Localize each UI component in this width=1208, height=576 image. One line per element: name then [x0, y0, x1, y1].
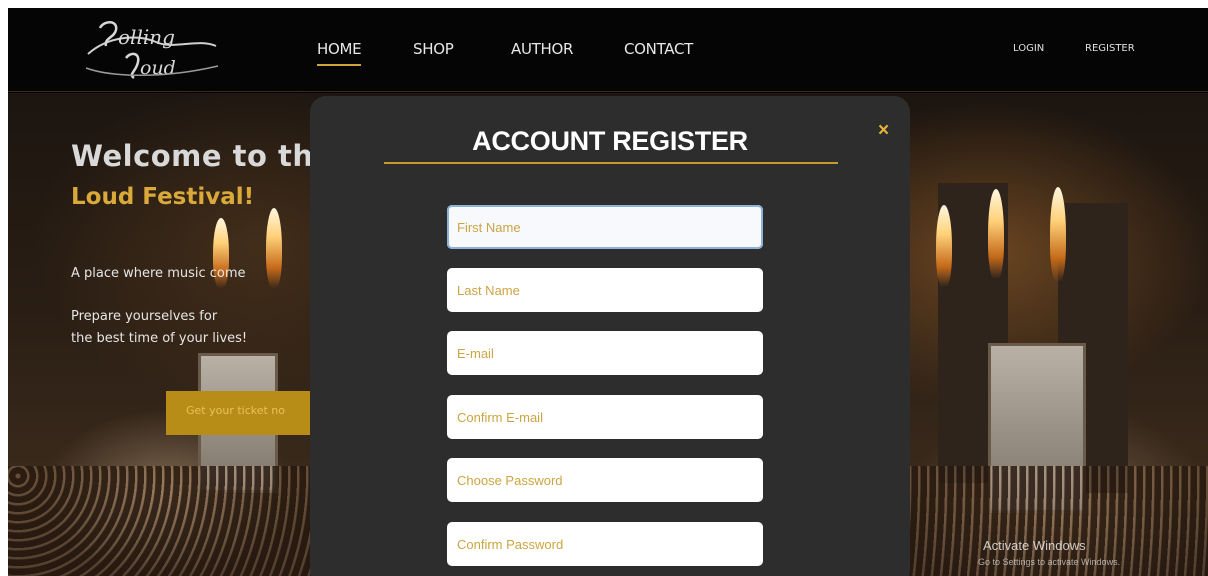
last-name-field[interactable] — [447, 268, 763, 312]
pyro-flame — [266, 208, 282, 288]
hero-tagline: A place where music come — [71, 266, 246, 281]
hero-subtitle: Loud Festival! — [71, 184, 255, 210]
first-name-field[interactable] — [447, 205, 763, 249]
title-divider — [384, 162, 838, 164]
top-navbar: olling oud HOME SHOP AUTHOR CONTACT LOGI… — [8, 8, 1208, 92]
nav-author-link[interactable]: AUTHOR — [511, 40, 573, 58]
register-modal: ACCOUNT REGISTER × — [310, 96, 910, 576]
login-link[interactable]: LOGIN — [1013, 43, 1044, 54]
register-link[interactable]: REGISTER — [1085, 43, 1135, 54]
nav-home-link[interactable]: HOME — [317, 40, 362, 66]
hero-prepare-line1: Prepare yourselves for — [71, 309, 218, 324]
activate-windows-hint: Go to Settings to activate Windows. — [978, 557, 1121, 567]
get-ticket-button[interactable]: Get your ticket no — [166, 391, 326, 435]
close-icon[interactable]: × — [878, 120, 889, 142]
activate-windows-watermark: Activate Windows — [983, 538, 1086, 553]
svg-text:olling: olling — [118, 25, 175, 49]
hero-prepare-line2: the best time of your lives! — [71, 331, 248, 346]
rolling-loud-logo[interactable]: olling oud — [78, 16, 223, 84]
confirm-email-field[interactable] — [447, 395, 763, 439]
nav-contact-link[interactable]: CONTACT — [624, 40, 693, 58]
confirm-password-field[interactable] — [447, 522, 763, 566]
modal-title: ACCOUNT REGISTER — [472, 126, 748, 156]
email-field[interactable] — [447, 331, 763, 375]
nav-shop-link[interactable]: SHOP — [413, 40, 454, 58]
hero-title: Welcome to th — [71, 139, 314, 173]
pyro-flame — [988, 189, 1004, 279]
password-field[interactable] — [447, 458, 763, 502]
pyro-flame — [936, 205, 952, 287]
browser-viewport: olling oud HOME SHOP AUTHOR CONTACT LOGI… — [8, 8, 1208, 576]
pyro-flame — [1050, 187, 1066, 282]
